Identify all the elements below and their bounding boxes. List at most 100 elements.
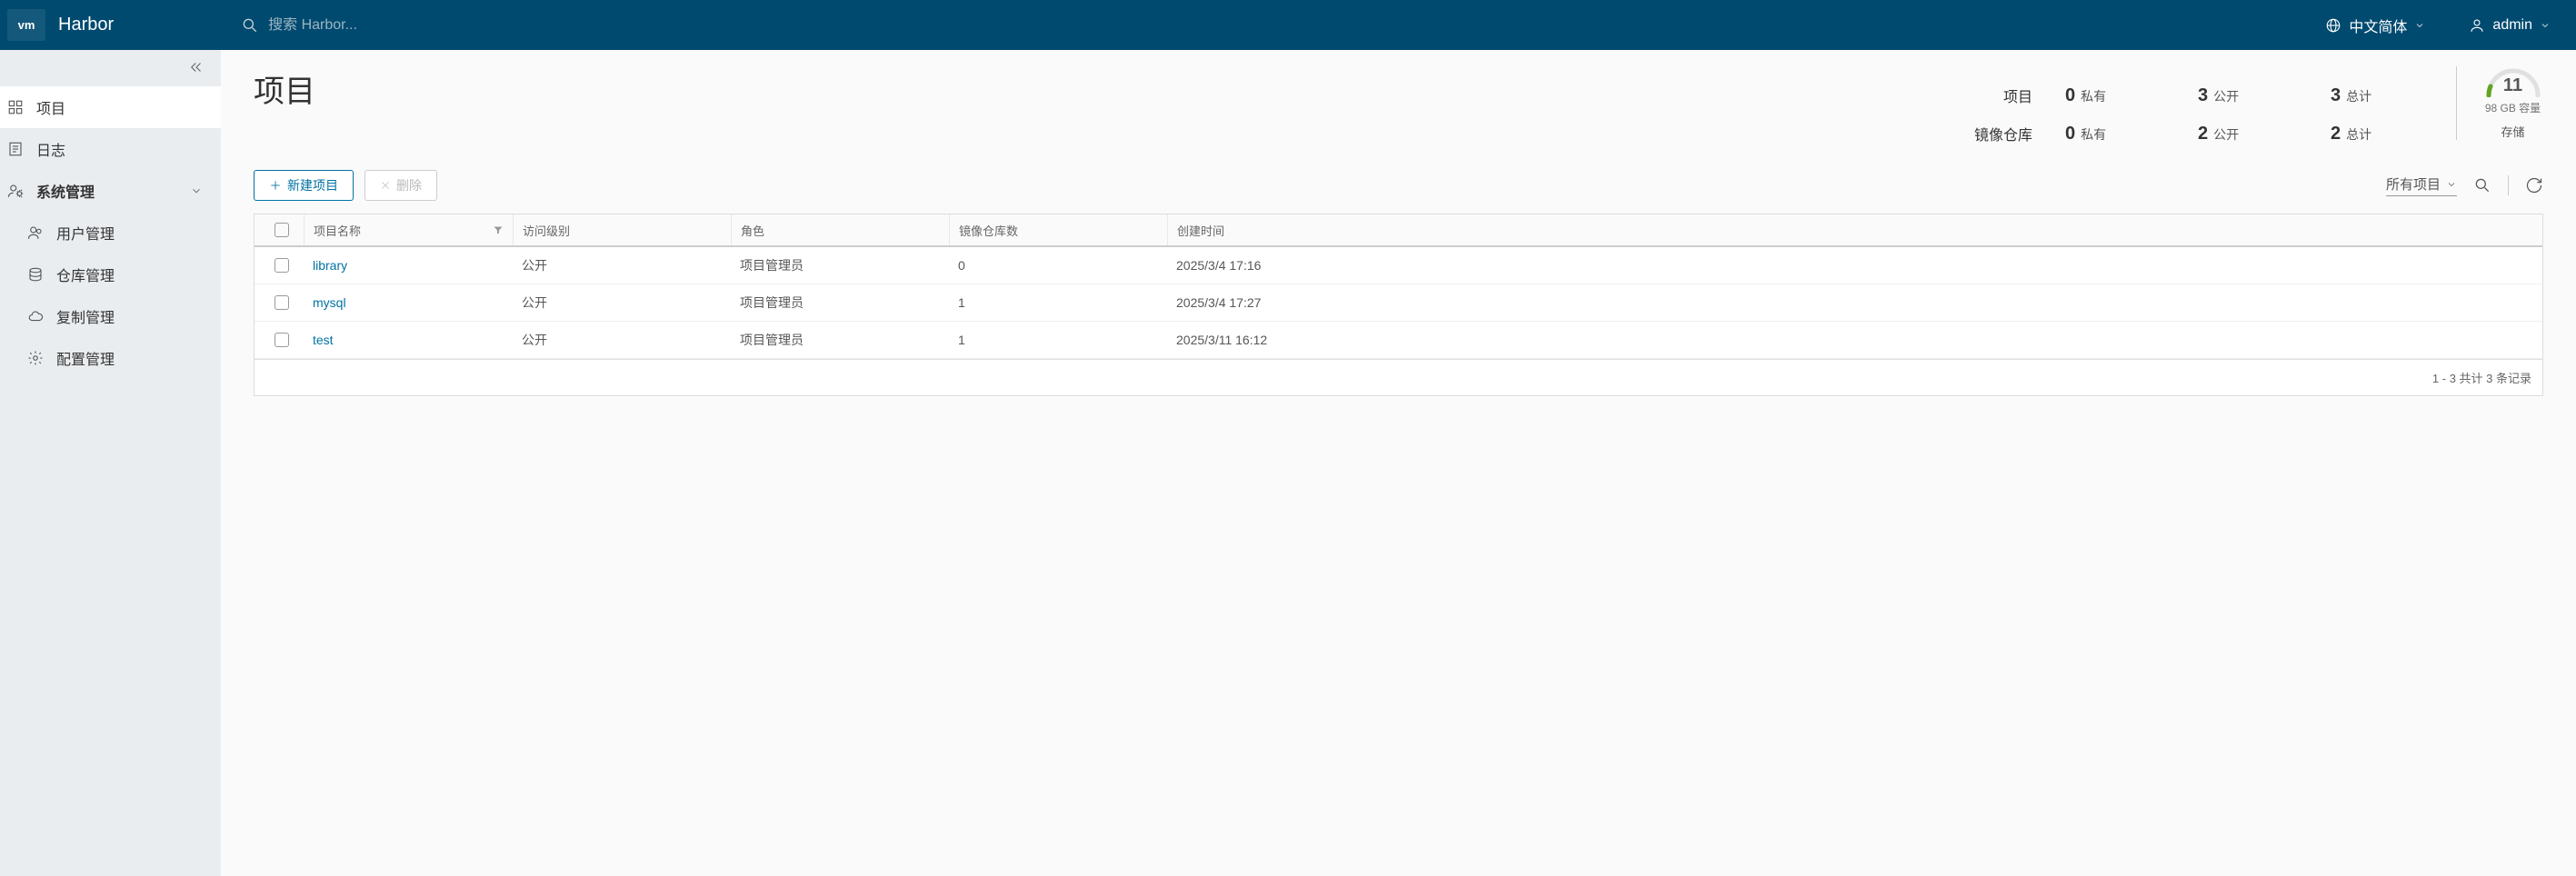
stats-repos-total: 2 总计: [2331, 124, 2431, 144]
sidebar-item-replication-management[interactable]: 复制管理: [0, 295, 221, 337]
sidebar-item-user-management[interactable]: 用户管理: [0, 212, 221, 254]
stats-num: 3: [2198, 85, 2208, 106]
cell-created: 2025/3/4 17:16: [1167, 258, 2537, 273]
stats-table: 项目 0 私有 3 公开 3 总计 镜像仓库 0: [1974, 66, 2431, 144]
language-selector[interactable]: 中文简体: [2325, 15, 2425, 36]
col-name[interactable]: 项目名称: [304, 214, 513, 245]
sidebar-item-system-management[interactable]: 系统管理: [0, 170, 221, 212]
cell-role: 项目管理员: [731, 294, 949, 312]
stats-block: 项目 0 私有 3 公开 3 总计 镜像仓库 0: [1974, 66, 2543, 144]
stats-projects-public: 3 公开: [2198, 85, 2298, 106]
user-menu[interactable]: admin: [2469, 17, 2551, 34]
sidebar-item-label: 用户管理: [56, 222, 115, 244]
col-label: 角色: [741, 222, 764, 239]
search-container: [241, 16, 2325, 35]
select-all-cell: [260, 214, 304, 245]
sidebar-item-label: 系统管理: [36, 180, 95, 202]
user-label: admin: [2492, 17, 2532, 34]
col-label: 项目名称: [314, 222, 361, 239]
search-icon: [241, 16, 259, 35]
table-header: 项目名称 访问级别 角色 镜像仓库数 创建时间: [255, 214, 2542, 247]
admin-icon: [7, 183, 24, 199]
row-checkbox[interactable]: [275, 295, 289, 310]
chevron-down-icon: [2540, 20, 2551, 31]
col-access[interactable]: 访问级别: [513, 214, 731, 245]
search-icon[interactable]: [2473, 176, 2491, 194]
header-right: 中文简体 admin: [2325, 15, 2576, 36]
stats-sub: 总计: [2346, 87, 2371, 105]
sidebar-item-repo-management[interactable]: 仓库管理: [0, 254, 221, 295]
app-title: Harbor: [58, 15, 114, 35]
cell-access: 公开: [513, 256, 731, 274]
filter-icon[interactable]: [493, 224, 504, 235]
storage-detail: 98 GB 容量: [2482, 100, 2543, 115]
stats-num: 2: [2331, 124, 2341, 144]
divider: [2508, 175, 2509, 195]
stats-sub: 私有: [2081, 87, 2106, 105]
stats-sub: 公开: [2213, 87, 2239, 105]
cloud-icon: [27, 308, 44, 324]
project-link[interactable]: test: [304, 333, 513, 347]
stats-repos-label: 镜像仓库: [1974, 123, 2032, 144]
table-row: mysql 公开 项目管理员 1 2025/3/4 17:27: [255, 284, 2542, 322]
stats-sub: 公开: [2213, 125, 2239, 144]
app-header: vm Harbor 中文简体 admin: [0, 0, 2576, 50]
col-label: 创建时间: [1177, 222, 1224, 239]
cell-repo-count: 1: [949, 295, 1167, 310]
plus-icon: [269, 179, 282, 192]
language-label: 中文简体: [2349, 15, 2407, 36]
cell-access: 公开: [513, 294, 731, 312]
col-label: 访问级别: [523, 222, 570, 239]
cell-created: 2025/3/4 17:27: [1167, 295, 2537, 310]
summary-row: 项目 项目 0 私有 3 公开 3 总计 镜像仓: [254, 66, 2543, 144]
logo: vm: [7, 9, 45, 41]
stats-projects-private: 0 私有: [2065, 85, 2165, 106]
col-role[interactable]: 角色: [731, 214, 949, 245]
chevron-down-icon: [190, 184, 203, 197]
close-icon: [380, 180, 391, 191]
select-all-checkbox[interactable]: [275, 223, 289, 237]
search-input[interactable]: [268, 17, 541, 34]
gear-icon: [27, 350, 44, 366]
row-checkbox[interactable]: [275, 258, 289, 273]
col-created[interactable]: 创建时间: [1167, 214, 2537, 245]
sidebar-item-projects[interactable]: 项目: [0, 86, 221, 128]
project-link[interactable]: mysql: [304, 295, 513, 310]
table-row: library 公开 项目管理员 0 2025/3/4 17:16: [255, 247, 2542, 284]
globe-icon: [2325, 17, 2341, 34]
sidebar-collapse-icon[interactable]: [188, 59, 205, 75]
cell-repo-count: 1: [949, 333, 1167, 347]
stats-num: 0: [2065, 124, 2075, 144]
new-project-button[interactable]: 新建项目: [254, 170, 354, 201]
cell-role: 项目管理员: [731, 331, 949, 349]
stats-sub: 总计: [2346, 125, 2371, 144]
delete-button[interactable]: 删除: [364, 170, 437, 201]
table-row: test 公开 项目管理员 1 2025/3/11 16:12: [255, 322, 2542, 359]
sidebar-item-label: 配置管理: [56, 347, 115, 369]
page-title: 项目: [254, 66, 315, 111]
stats-num: 3: [2331, 85, 2341, 106]
cell-repo-count: 0: [949, 258, 1167, 273]
users-icon: [27, 224, 44, 241]
refresh-icon[interactable]: [2525, 176, 2543, 194]
stats-projects-total: 3 总计: [2331, 85, 2431, 106]
logs-icon: [7, 141, 24, 157]
projects-table: 项目名称 访问级别 角色 镜像仓库数 创建时间 library 公开 项目管理员…: [254, 214, 2543, 396]
row-checkbox[interactable]: [275, 333, 289, 347]
stats-num: 0: [2065, 85, 2075, 106]
projects-icon: [7, 99, 24, 115]
sidebar-item-label: 日志: [36, 138, 65, 160]
col-label: 镜像仓库数: [959, 222, 1018, 239]
stats-projects-label: 项目: [1974, 85, 2032, 106]
project-filter-select[interactable]: 所有项目: [2386, 174, 2457, 196]
button-label: 新建项目: [287, 176, 338, 194]
sidebar-item-config-management[interactable]: 配置管理: [0, 337, 221, 379]
cell-created: 2025/3/11 16:12: [1167, 333, 2537, 347]
stats-repos-private: 0 私有: [2065, 124, 2165, 144]
project-link[interactable]: library: [304, 258, 513, 273]
user-icon: [2469, 17, 2485, 34]
main-content: 项目 项目 0 私有 3 公开 3 总计 镜像仓: [221, 50, 2576, 876]
col-repo-count[interactable]: 镜像仓库数: [949, 214, 1167, 245]
filter-label: 所有项目: [2386, 174, 2441, 194]
sidebar-item-logs[interactable]: 日志: [0, 128, 221, 170]
